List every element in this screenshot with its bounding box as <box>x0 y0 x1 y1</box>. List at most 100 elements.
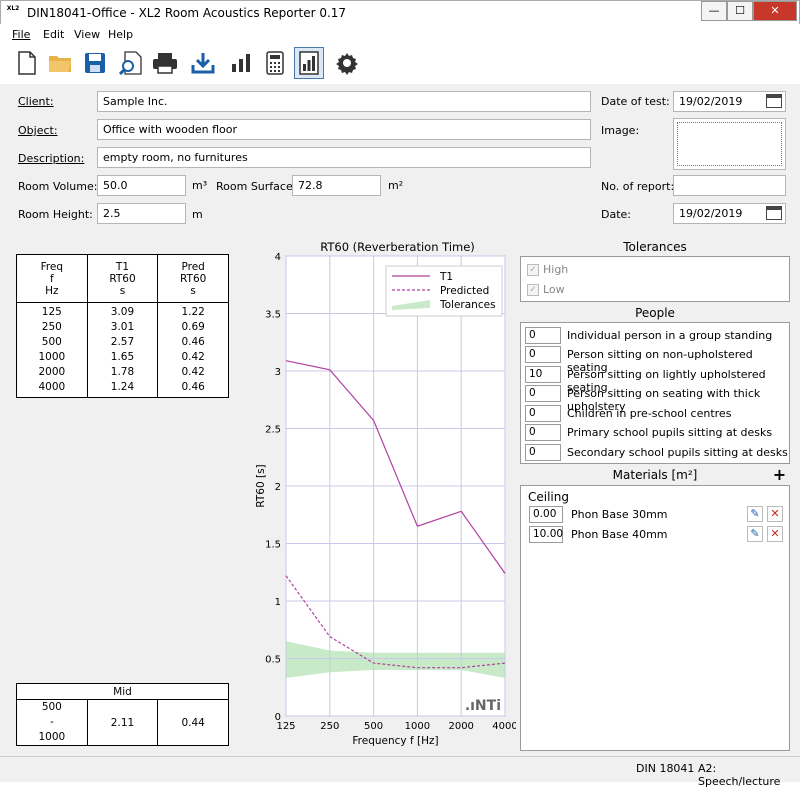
image-placeholder <box>677 122 782 166</box>
mid-range: 500 - 1000 <box>16 699 88 746</box>
header-text: Pred <box>181 260 205 273</box>
material-label: Phon Base 40mm <box>571 528 668 541</box>
materials-title: Materials [m²] <box>612 468 698 482</box>
mid-range-from: 500 <box>41 701 62 713</box>
report-number-input[interactable] <box>673 175 786 196</box>
table-header-row: Freq f Hz T1 RT60 s Pred RT60 s <box>16 254 229 303</box>
edit-pencil-icon[interactable]: ✎ <box>747 506 763 522</box>
high-checkbox[interactable]: ✓ <box>527 264 539 276</box>
report-view-icon[interactable] <box>294 47 324 79</box>
room-height-unit: m <box>192 208 203 221</box>
mid-header: Mid <box>16 683 229 700</box>
status-bar: DIN 18041 A2: Speech/lecture <box>0 756 800 788</box>
print-preview-icon[interactable] <box>116 47 146 79</box>
new-file-icon[interactable] <box>12 47 42 79</box>
people-count-input[interactable]: 0 <box>525 405 561 422</box>
table-cell: 2.57 <box>110 336 135 348</box>
legend-label-predicted: Predicted <box>440 285 489 297</box>
x-tick-label: 1000 <box>405 721 430 732</box>
save-icon[interactable] <box>80 47 110 79</box>
table-cell: 0.42 <box>181 351 205 363</box>
table-body: 125 250 500 1000 2000 4000 3.09 3.01 2.57 1.65 1.… <box>16 302 229 398</box>
table-cell: 0.46 <box>181 336 205 348</box>
download-icon[interactable] <box>188 47 218 79</box>
settings-gear-icon[interactable] <box>332 47 362 79</box>
t1-column: 3.09 3.01 2.57 1.65 1.78 1.24 <box>86 302 159 398</box>
x-tick-label: 500 <box>364 721 383 732</box>
people-label: Primary school pupils sitting at desks <box>567 426 773 439</box>
header-text: RT60 <box>109 272 136 285</box>
client-label: Client: <box>18 95 54 108</box>
y-tick-label: 0.5 <box>265 655 281 666</box>
maximize-button[interactable]: ☐ <box>727 1 753 21</box>
client-input[interactable]: Sample Inc. <box>97 91 591 112</box>
menu-view[interactable]: View <box>74 28 100 41</box>
y-tick-label: 3 <box>275 367 281 378</box>
edit-pencil-icon[interactable]: ✎ <box>747 526 763 542</box>
menu-file[interactable]: File <box>12 28 30 41</box>
table-cell: 3.01 <box>110 321 135 333</box>
minimize-button[interactable]: — <box>701 1 727 21</box>
table-cell: 1.65 <box>110 351 135 363</box>
print-icon[interactable] <box>150 47 180 79</box>
image-label: Image: <box>601 124 640 137</box>
freq-header: Freq f Hz <box>16 254 88 303</box>
menu-edit[interactable]: Edit <box>43 28 64 41</box>
people-count-input[interactable]: 0 <box>525 444 561 461</box>
mid-range-to: 1000 <box>38 731 66 743</box>
menu-help[interactable]: Help <box>108 28 133 41</box>
y-tick-label: 3.5 <box>265 310 281 321</box>
people-title: People <box>635 306 675 320</box>
people-count-input[interactable]: 10 <box>525 366 561 383</box>
app-icon: XL2 <box>5 5 21 21</box>
object-input[interactable]: Office with wooden floor <box>97 119 591 140</box>
table-cell: 2000 <box>38 366 66 378</box>
window-title: DIN18041-Office - XL2 Room Acoustics Rep… <box>27 6 347 20</box>
people-panel: 0 Individual person in a group standing … <box>520 322 790 464</box>
mid-t1: 2.11 <box>86 699 159 746</box>
header-text: T1 <box>115 260 130 273</box>
header-text: Hz <box>45 284 59 297</box>
object-label: Object: <box>18 124 58 137</box>
y-tick-label: 2 <box>275 482 281 493</box>
room-volume-unit: m³ <box>192 179 208 192</box>
x-tick-label: 250 <box>320 721 339 732</box>
people-count-input[interactable]: 0 <box>525 385 561 402</box>
table-cell: 0.42 <box>181 366 205 378</box>
delete-x-icon[interactable]: ✕ <box>767 506 783 522</box>
calendar-icon[interactable] <box>766 94 782 108</box>
description-input[interactable]: empty room, no furnitures <box>97 147 591 168</box>
title-bar: XL2 DIN18041-Office - XL2 Room Acoustics… <box>0 0 800 24</box>
people-count-input[interactable]: 0 <box>525 346 561 363</box>
people-count-input[interactable]: 0 <box>525 327 561 344</box>
close-button[interactable]: ✕ <box>753 1 797 21</box>
material-area-input[interactable]: 0.00 <box>529 506 563 523</box>
add-material-icon[interactable]: + <box>772 467 787 483</box>
materials-group-ceiling: Ceiling <box>528 490 569 504</box>
toolbar <box>0 45 800 83</box>
app-icon-text: XL2 <box>6 5 20 12</box>
delete-x-icon[interactable]: ✕ <box>767 526 783 542</box>
header-text: s <box>119 284 126 297</box>
room-height-label: Room Height: <box>18 208 93 221</box>
tolerances-panel: ✓ High ✓ Low <box>520 256 790 302</box>
calendar-icon[interactable] <box>766 206 782 220</box>
room-volume-input[interactable]: 50.0 <box>97 175 186 196</box>
image-box[interactable] <box>673 118 786 170</box>
room-surface-input[interactable]: 72.8 <box>292 175 381 196</box>
low-checkbox[interactable]: ✓ <box>527 284 539 296</box>
status-standard: DIN 18041 <box>636 762 695 775</box>
people-count-input[interactable]: 0 <box>525 424 561 441</box>
tolerances-title: Tolerances <box>623 240 687 254</box>
open-folder-icon[interactable] <box>46 47 76 79</box>
nti-logo: .ıNTi <box>465 698 501 714</box>
bar-chart-icon[interactable] <box>226 47 256 79</box>
mid-range-sep: - <box>49 716 54 728</box>
material-area-input[interactable]: 10.00 <box>529 526 563 543</box>
x-axis-label: Frequency f [Hz] <box>352 735 438 747</box>
room-height-input[interactable]: 2.5 <box>97 203 186 224</box>
high-label: High <box>543 263 569 276</box>
rt60-chart: RT60 (Reverberation Time) 0 0.5 1 1.5 2 2.5 3 3.… <box>238 238 518 748</box>
y-axis-label: RT60 [s] <box>255 464 267 507</box>
calculator-icon[interactable] <box>260 47 290 79</box>
